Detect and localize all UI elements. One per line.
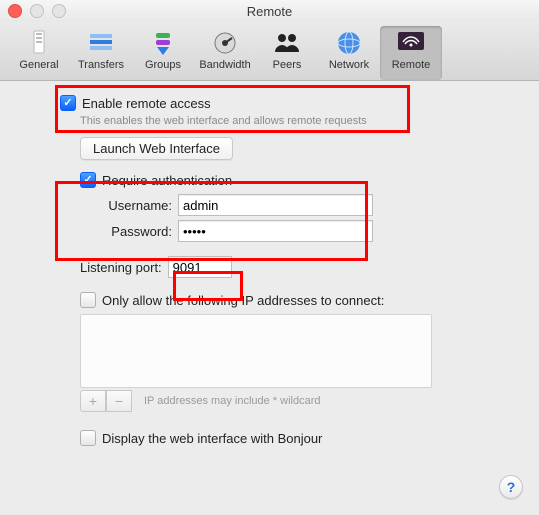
listening-port-field[interactable] [168, 256, 232, 278]
help-button[interactable]: ? [499, 475, 523, 499]
bonjour-label: Display the web interface with Bonjour [102, 431, 322, 446]
bandwidth-icon [194, 28, 256, 58]
enable-remote-checkbox[interactable] [60, 95, 76, 111]
password-field[interactable] [178, 220, 373, 242]
general-icon [8, 28, 70, 58]
transfers-icon [70, 28, 132, 58]
preferences-window: Remote General Transfers Groups Bandwid [0, 0, 539, 515]
tab-label: Bandwidth [194, 59, 256, 71]
tab-remote[interactable]: Remote [380, 26, 442, 80]
tab-network[interactable]: Network [318, 26, 380, 80]
network-icon [318, 28, 380, 58]
tab-label: Peers [256, 59, 318, 71]
preferences-toolbar: General Transfers Groups Bandwidth Peers [0, 22, 539, 81]
tab-groups[interactable]: Groups [132, 26, 194, 80]
enable-remote-label: Enable remote access [82, 96, 211, 111]
tab-transfers[interactable]: Transfers [70, 26, 132, 80]
require-auth-checkbox[interactable] [80, 172, 96, 188]
tab-peers[interactable]: Peers [256, 26, 318, 80]
require-auth-label: Require authentication [102, 173, 232, 188]
remote-pane: Enable remote access This enables the we… [0, 81, 539, 462]
enable-remote-description: This enables the web interface and allow… [80, 115, 521, 127]
tab-label: Transfers [70, 59, 132, 71]
bonjour-checkbox[interactable] [80, 430, 96, 446]
ip-address-list[interactable] [80, 314, 432, 388]
listening-port-label: Listening port: [80, 260, 162, 275]
ip-hint: IP addresses may include * wildcard [144, 395, 321, 407]
peers-icon [256, 28, 318, 58]
window-title: Remote [0, 4, 539, 19]
username-field[interactable] [178, 194, 373, 216]
add-ip-button[interactable]: + [80, 390, 106, 412]
titlebar: Remote [0, 0, 539, 22]
launch-web-interface-button[interactable]: Launch Web Interface [80, 137, 233, 160]
tab-label: Groups [132, 59, 194, 71]
remote-icon [380, 28, 442, 58]
only-allow-ip-checkbox[interactable] [80, 292, 96, 308]
tab-label: Remote [380, 59, 442, 71]
username-label: Username: [80, 198, 172, 213]
remove-ip-button[interactable]: − [106, 390, 132, 412]
tab-bandwidth[interactable]: Bandwidth [194, 26, 256, 80]
only-allow-ip-label: Only allow the following IP addresses to… [102, 293, 384, 308]
groups-icon [132, 28, 194, 58]
tab-label: Network [318, 59, 380, 71]
password-label: Password: [80, 224, 172, 239]
tab-general[interactable]: General [8, 26, 70, 80]
tab-label: General [8, 59, 70, 71]
